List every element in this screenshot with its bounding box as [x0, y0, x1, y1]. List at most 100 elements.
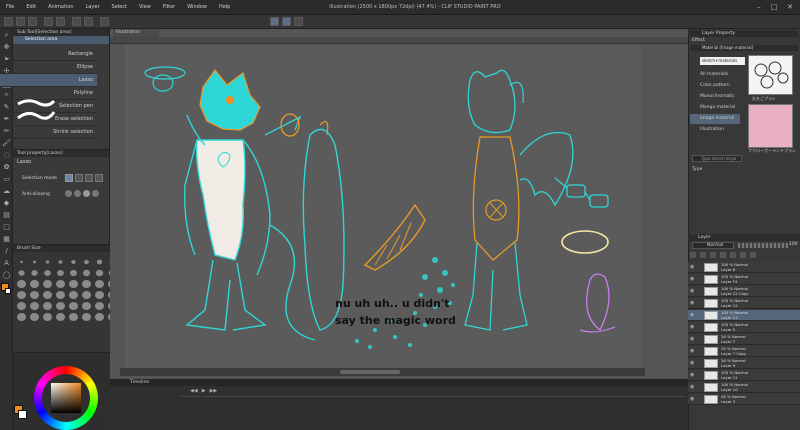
canvas-scrollbar-thumb[interactable]: [340, 370, 400, 374]
material-search-field[interactable]: sketch+materials: [700, 57, 745, 65]
snap-special-ruler-icon[interactable]: [282, 17, 291, 26]
snap-ruler-icon[interactable]: [270, 17, 279, 26]
material-monochromatic[interactable]: Monochromatic: [690, 92, 740, 102]
sub-color-swatch[interactable]: [5, 288, 11, 294]
layer-row[interactable]: ◉ 20 % Normal Layer 7 Copy: [688, 346, 800, 357]
eye-icon[interactable]: ◉: [690, 288, 694, 294]
eye-icon[interactable]: ◉: [690, 372, 694, 378]
material-thumbnail-2[interactable]: [748, 104, 793, 148]
undo-icon[interactable]: [44, 17, 53, 26]
material-manga[interactable]: Manga material: [690, 103, 740, 113]
subtool-shrink-selection[interactable]: Shrink selection: [0, 126, 97, 139]
menu-file[interactable]: File: [0, 4, 20, 10]
open-icon[interactable]: [16, 17, 25, 26]
layer-row[interactable]: ◉ 100 % Normal Layer 11: [688, 370, 800, 381]
layer-tool-icon[interactable]: [720, 252, 726, 258]
fill-tool-icon[interactable]: ◆: [2, 199, 11, 208]
opacity-slider[interactable]: [738, 243, 788, 248]
layer-row[interactable]: ◉ 100 % Normal Layer 8: [688, 262, 800, 273]
selection-mode-subtract-button[interactable]: [85, 174, 93, 182]
airbrush-icon[interactable]: ◌: [2, 151, 11, 160]
timeline-controls[interactable]: ◀◀ ▶ ▶▶: [190, 388, 250, 394]
material-all[interactable]: All materials: [690, 70, 740, 80]
selection-mode-add-button[interactable]: [75, 174, 83, 182]
layer-row[interactable]: ◉ 100 % Normal Layer 10: [688, 382, 800, 393]
blend-icon[interactable]: ☁: [2, 187, 11, 196]
ruler-icon[interactable]: /: [2, 247, 11, 256]
material-image[interactable]: Image material: [690, 114, 740, 124]
menu-view[interactable]: View: [133, 4, 157, 10]
background-color-swatch[interactable]: [18, 410, 27, 419]
eye-icon[interactable]: ◉: [690, 384, 694, 390]
eraser-icon[interactable]: ▭: [2, 175, 11, 184]
text-icon[interactable]: A: [2, 259, 11, 268]
material-header: Material [Image material]: [690, 45, 798, 51]
blend-mode-select[interactable]: Normal: [692, 242, 734, 249]
layer-tool-icon[interactable]: [690, 252, 696, 258]
material-thumbnail-1[interactable]: [748, 55, 793, 95]
subtool-rectangle[interactable]: Rectangle: [0, 48, 97, 61]
menu-help[interactable]: Help: [213, 4, 236, 10]
selection-mode-intersect-button[interactable]: [95, 174, 103, 182]
eye-icon[interactable]: ◉: [690, 264, 694, 270]
redo-icon[interactable]: [56, 17, 65, 26]
sub-tool-group-tab[interactable]: Selection area: [13, 36, 109, 44]
selection-mode-new-button[interactable]: [65, 174, 73, 182]
layer-tool-icon[interactable]: [740, 252, 746, 258]
color-saturation-square[interactable]: [51, 383, 81, 413]
zoom-icon[interactable]: ⌕: [2, 31, 11, 40]
layer-row[interactable]: ◉ 26 % Normal Layer 7: [688, 334, 800, 345]
fill-icon[interactable]: [84, 17, 93, 26]
layer-row[interactable]: ◉ 36 % Normal Layer 9: [688, 358, 800, 369]
eye-icon[interactable]: ◉: [690, 312, 694, 318]
effect-tab[interactable]: Effect: [690, 37, 720, 44]
brush-size-grid[interactable]: [13, 252, 117, 327]
layer-row[interactable]: ◉ 100 % Normal Layer 5: [688, 322, 800, 333]
layer-row[interactable]: ◉ 48 % Normal Layer 3: [688, 394, 800, 405]
menu-edit[interactable]: Edit: [20, 4, 42, 10]
eye-icon[interactable]: ◉: [690, 396, 694, 402]
layer-tool-icon[interactable]: [750, 252, 756, 258]
subtool-lasso[interactable]: Lasso: [0, 74, 97, 87]
material-color-pattern[interactable]: Color pattern: [690, 81, 740, 91]
clear-icon[interactable]: [72, 17, 81, 26]
document-tab[interactable]: Illustration: [113, 29, 159, 37]
antialiasing-options[interactable]: [65, 190, 103, 198]
new-icon[interactable]: [4, 17, 13, 26]
gradient-icon[interactable]: ▤: [2, 211, 11, 220]
layer-row[interactable]: ◉ 100 % Normal Layer F4: [688, 274, 800, 285]
transform-icon[interactable]: [100, 17, 109, 26]
maximize-icon[interactable]: □: [767, 1, 781, 13]
figure-icon[interactable]: □: [2, 223, 11, 232]
save-icon[interactable]: [28, 17, 37, 26]
material-illustration[interactable]: Illustration: [690, 125, 740, 135]
material-keyword-search[interactable]: Type search keyw: [692, 155, 742, 162]
minimize-icon[interactable]: –: [752, 1, 766, 13]
eye-icon[interactable]: ◉: [690, 360, 694, 366]
menu-layer[interactable]: Layer: [80, 4, 106, 10]
layer-thumbnail: [704, 395, 718, 404]
eye-icon[interactable]: ◉: [690, 324, 694, 330]
menu-select[interactable]: Select: [106, 4, 133, 10]
layer-row-selected[interactable]: ◉ 100 % Normal Layer 13: [688, 310, 800, 321]
frame-icon[interactable]: ▦: [2, 235, 11, 244]
layer-row[interactable]: ◉ 100 % Normal Layer 12 Copy: [688, 286, 800, 297]
layer-tool-icon[interactable]: [730, 252, 736, 258]
layer-row[interactable]: ◉ 100 % Normal Layer 12: [688, 298, 800, 309]
decoration-icon[interactable]: ✿: [2, 163, 11, 172]
eye-icon[interactable]: ◉: [690, 300, 694, 306]
layer-tool-icon[interactable]: [710, 252, 716, 258]
subtool-ellipse[interactable]: Ellipse: [0, 61, 97, 74]
menu-filter[interactable]: Filter: [157, 4, 181, 10]
balloon-icon[interactable]: ◯: [2, 271, 11, 280]
layer-name: Layer F4: [721, 279, 738, 284]
eye-icon[interactable]: ◉: [690, 336, 694, 342]
menu-window[interactable]: Window: [181, 4, 213, 10]
layer-tool-icon[interactable]: [700, 252, 706, 258]
close-icon[interactable]: ✕: [783, 1, 797, 13]
eye-icon[interactable]: ◉: [690, 348, 694, 354]
eye-icon[interactable]: ◉: [690, 276, 694, 282]
menu-animation[interactable]: Animation: [42, 4, 80, 10]
brush-icon[interactable]: 🖌: [2, 139, 11, 148]
snap-grid-icon[interactable]: [294, 17, 303, 26]
